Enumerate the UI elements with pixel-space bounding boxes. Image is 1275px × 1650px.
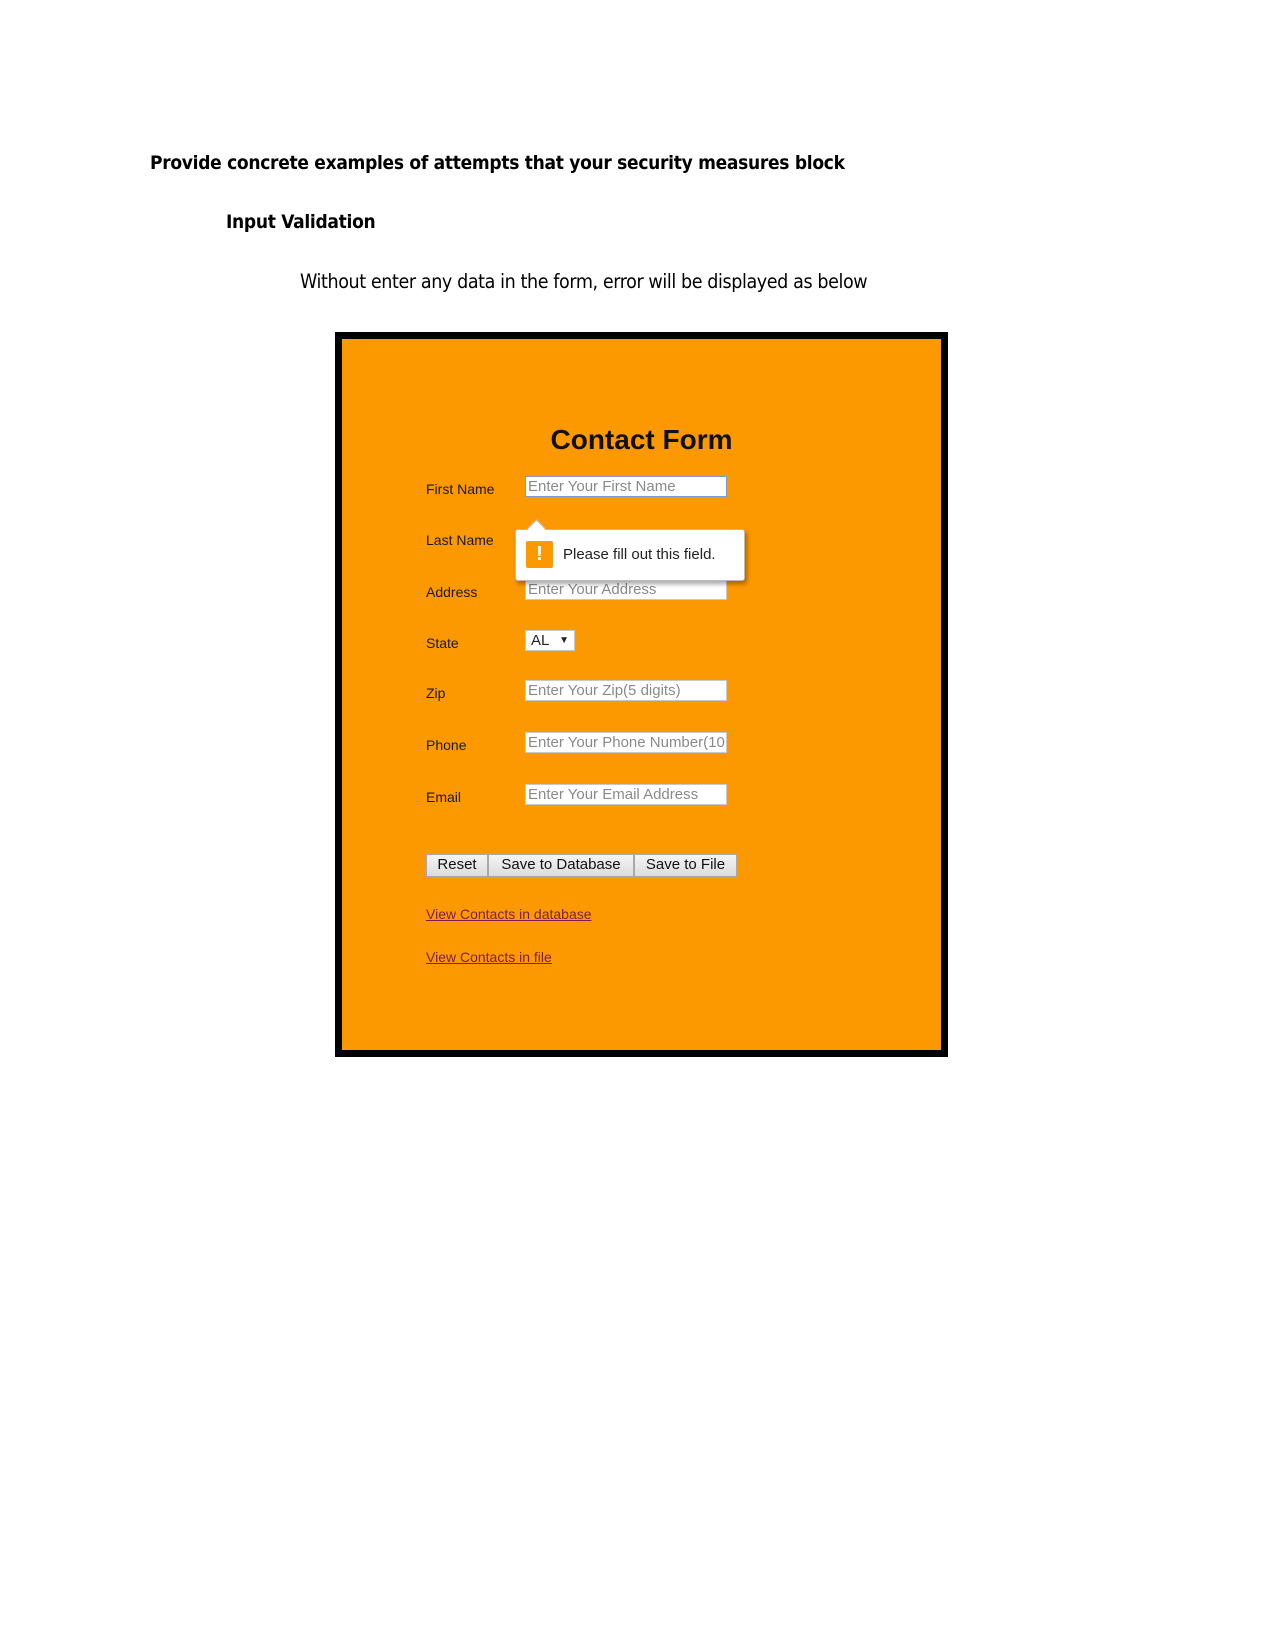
section-heading: Input Validation bbox=[226, 211, 376, 233]
validation-message: Please fill out this field. bbox=[563, 546, 716, 563]
address-input[interactable]: Enter Your Address bbox=[525, 579, 727, 600]
save-to-file-button[interactable]: Save to File bbox=[634, 854, 737, 877]
email-label: Email bbox=[426, 789, 462, 805]
document-heading: Provide concrete examples of attempts th… bbox=[150, 152, 845, 174]
state-label: State bbox=[426, 635, 459, 651]
zip-label: Zip bbox=[426, 685, 446, 701]
first-name-input[interactable]: Enter Your First Name bbox=[525, 476, 727, 497]
warning-icon: ! bbox=[526, 541, 553, 568]
first-name-label: First Name bbox=[426, 481, 495, 497]
last-name-label: Last Name bbox=[426, 532, 494, 548]
contact-form-screenshot: Contact Form First Name Enter Your First… bbox=[335, 332, 948, 1057]
zip-input[interactable]: Enter Your Zip(5 digits) bbox=[525, 680, 727, 701]
reset-button[interactable]: Reset bbox=[426, 854, 488, 877]
form-title: Contact Form bbox=[550, 424, 733, 455]
view-contacts-file-link[interactable]: View Contacts in file bbox=[426, 949, 552, 965]
phone-input[interactable]: Enter Your Phone Number(10 digits) bbox=[525, 732, 727, 753]
email-input[interactable]: Enter Your Email Address bbox=[525, 784, 727, 805]
dropdown-arrow-icon: ▼ bbox=[559, 635, 569, 646]
document-paragraph: Without enter any data in the form, erro… bbox=[300, 270, 868, 293]
state-value: AL bbox=[531, 632, 550, 649]
phone-label: Phone bbox=[426, 737, 467, 753]
save-to-database-button[interactable]: Save to Database bbox=[488, 854, 634, 877]
validation-tooltip: ! Please fill out this field. bbox=[515, 529, 745, 581]
state-select[interactable]: AL ▼ bbox=[525, 630, 575, 651]
address-label: Address bbox=[426, 584, 478, 600]
view-contacts-database-link[interactable]: View Contacts in database bbox=[426, 906, 592, 922]
